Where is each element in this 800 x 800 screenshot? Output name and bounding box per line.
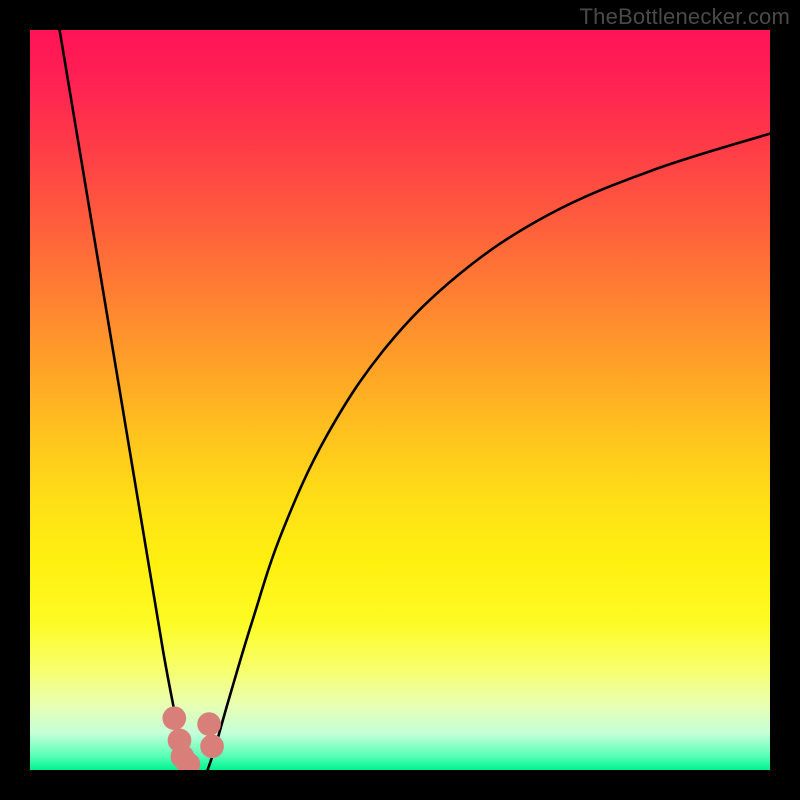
data-marker xyxy=(162,706,186,730)
plot-area xyxy=(30,30,770,770)
chart-frame: TheBottlenecker.com xyxy=(0,0,800,800)
data-marker xyxy=(200,734,224,758)
attribution-text: TheBottlenecker.com xyxy=(580,4,790,30)
curve-left-branch xyxy=(60,30,188,770)
curve-right-branch xyxy=(208,134,770,770)
data-marker xyxy=(197,712,221,736)
curve-layer xyxy=(30,30,770,770)
